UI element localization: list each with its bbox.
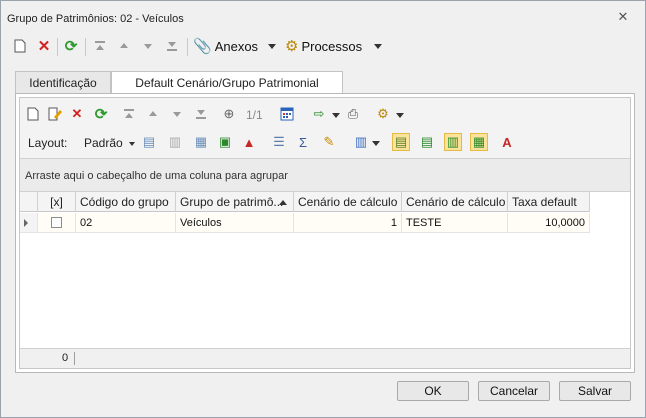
save-button[interactable]: Salvar bbox=[559, 381, 631, 401]
paperclip-icon: 📎 bbox=[193, 37, 212, 55]
binoculars-icon[interactable]: ⊕ bbox=[220, 105, 238, 123]
cell-codigo[interactable]: 02 bbox=[76, 213, 176, 233]
delete-icon[interactable]: ✕ bbox=[35, 35, 53, 57]
previous-record-icon[interactable] bbox=[115, 35, 133, 57]
page-indicator: 1/1 bbox=[246, 108, 263, 122]
chevron-down-icon[interactable] bbox=[396, 113, 404, 118]
close-icon[interactable]: ✕ bbox=[617, 10, 629, 23]
footer-divider bbox=[74, 352, 75, 365]
column-header-select[interactable]: [x] bbox=[38, 192, 76, 212]
group-panel-icon[interactable]: ▤ bbox=[392, 133, 410, 151]
cell-cenario-nome[interactable]: TESTE bbox=[402, 213, 508, 233]
next-record-icon[interactable] bbox=[139, 35, 157, 57]
tab-label: Default Cenário/Grupo Patrimonial bbox=[135, 76, 319, 90]
indicator-icon[interactable]: ▥ bbox=[444, 133, 462, 151]
edit-icon[interactable] bbox=[46, 105, 64, 123]
first-record-icon[interactable] bbox=[91, 35, 109, 57]
row-checkbox[interactable] bbox=[51, 217, 62, 228]
layout-label: Layout: bbox=[28, 136, 68, 150]
refresh-icon[interactable]: ⟳ bbox=[62, 35, 80, 57]
record-count: 0 bbox=[62, 352, 69, 364]
chevron-down-icon bbox=[268, 43, 277, 49]
data-grid: [x] Código do grupo Grupo de patrimô... … bbox=[20, 192, 630, 348]
row-checkbox-cell bbox=[38, 213, 76, 233]
gears-icon[interactable]: ⚙ bbox=[374, 105, 392, 123]
grid-footer: 0 bbox=[20, 348, 630, 368]
group-by-hint: Arraste aqui o cabeçalho de uma coluna p… bbox=[25, 170, 288, 182]
cell-grupo[interactable]: Veículos bbox=[176, 213, 294, 233]
tab-default-cenario[interactable]: Default Cenário/Grupo Patrimonial bbox=[111, 71, 343, 94]
tab-strip: Identificação Default Cenário/Grupo Patr… bbox=[15, 71, 635, 94]
export-layout-icon[interactable]: ▲ bbox=[240, 133, 258, 151]
current-row-icon bbox=[24, 219, 28, 227]
filter-icon[interactable]: ✎ bbox=[320, 133, 338, 151]
tab-identificacao[interactable]: Identificação bbox=[15, 71, 111, 93]
layout-select[interactable]: Padrão bbox=[84, 136, 136, 150]
tab-label: Identificação bbox=[29, 75, 97, 90]
column-header-grupo[interactable]: Grupo de patrimô... bbox=[176, 192, 294, 212]
calendar-grid-icon[interactable] bbox=[278, 105, 296, 123]
gears-icon: ⚙ bbox=[285, 37, 299, 55]
import-layout-icon[interactable]: ▣ bbox=[216, 133, 234, 151]
sum-icon[interactable]: Σ bbox=[294, 133, 312, 151]
first-record-icon[interactable] bbox=[120, 105, 138, 123]
dialog-window: Grupo de Patrimônios: 02 - Veículos ✕ ✕ … bbox=[0, 0, 646, 418]
column-header-taxa[interactable]: Taxa default bbox=[508, 192, 590, 212]
column-header-codigo[interactable]: Código do grupo bbox=[76, 192, 176, 212]
layout-value: Padrão bbox=[84, 136, 123, 150]
processos-label: Processos bbox=[301, 38, 363, 54]
ok-button[interactable]: OK bbox=[397, 381, 469, 401]
delete-icon[interactable]: ✕ bbox=[68, 105, 86, 123]
row-indicator bbox=[20, 213, 38, 233]
tab-panel: ✕ ⟳ ⊕ 1/1 ⇨ ⎙ ⚙ Layout: Padrão ▤ ▥ ▦ ▣ ▲… bbox=[15, 93, 635, 373]
chart-icon[interactable]: ▥ bbox=[352, 133, 370, 151]
processos-button[interactable]: ⚙ Processos bbox=[285, 35, 385, 57]
layout-toolbar: Layout: Padrão ▤ ▥ ▦ ▣ ▲ ☰ Σ ✎ ▥ ▤ ▤ ▥ ▦ bbox=[20, 130, 630, 156]
new-document-icon[interactable] bbox=[11, 35, 29, 57]
columns-icon[interactable]: ☰ bbox=[270, 133, 288, 151]
column-header-grupo-label: Grupo de patrimô... bbox=[180, 194, 284, 209]
grid-container: ✕ ⟳ ⊕ 1/1 ⇨ ⎙ ⚙ Layout: Padrão ▤ ▥ ▦ ▣ ▲… bbox=[19, 97, 631, 369]
cell-taxa[interactable]: 10,0000 bbox=[508, 213, 590, 233]
next-record-icon[interactable] bbox=[168, 105, 186, 123]
anexos-label: Anexos bbox=[214, 38, 259, 54]
chevron-down-icon bbox=[129, 141, 136, 146]
copy-layout-icon[interactable]: ▥ bbox=[166, 133, 184, 151]
sort-ascending-icon bbox=[279, 200, 287, 205]
export-icon[interactable]: ⇨ bbox=[310, 105, 328, 123]
chevron-down-icon[interactable] bbox=[332, 113, 340, 118]
window-title: Grupo de Patrimônios: 02 - Veículos bbox=[7, 13, 184, 25]
grid-icon[interactable]: ▦ bbox=[192, 133, 210, 151]
column-header-cenario-nome[interactable]: Cenário de cálculo bbox=[402, 192, 508, 212]
column-header-cenario-num[interactable]: Cenário de cálculo bbox=[294, 192, 402, 212]
save-layout-icon[interactable]: ▤ bbox=[140, 133, 158, 151]
footer-icon[interactable]: ▤ bbox=[418, 133, 436, 151]
previous-record-icon[interactable] bbox=[144, 105, 162, 123]
main-toolbar: ✕ ⟳ 📎 Anexos ⚙ Processos bbox=[7, 35, 639, 63]
cell-cenario-num[interactable]: 1 bbox=[294, 213, 402, 233]
grid-lines-icon[interactable]: ▦ bbox=[470, 133, 488, 151]
refresh-icon[interactable]: ⟳ bbox=[92, 105, 110, 123]
print-icon[interactable]: ⎙ bbox=[344, 105, 362, 123]
anexos-button[interactable]: 📎 Anexos bbox=[193, 35, 279, 57]
last-record-icon[interactable] bbox=[192, 105, 210, 123]
chevron-down-icon bbox=[374, 43, 383, 49]
row-indicator-header bbox=[20, 192, 38, 212]
title-bar: Grupo de Patrimônios: 02 - Veículos ✕ bbox=[1, 1, 645, 29]
new-record-icon[interactable] bbox=[24, 105, 42, 123]
cancel-button[interactable]: Cancelar bbox=[478, 381, 550, 401]
last-record-icon[interactable] bbox=[163, 35, 181, 57]
group-by-area[interactable]: Arraste aqui o cabeçalho de uma coluna p… bbox=[20, 158, 630, 192]
header-filler bbox=[590, 192, 630, 212]
grid-toolbar: ✕ ⟳ ⊕ 1/1 ⇨ ⎙ ⚙ bbox=[20, 100, 630, 128]
font-icon[interactable]: A bbox=[498, 133, 516, 151]
chevron-down-icon[interactable] bbox=[372, 141, 380, 146]
